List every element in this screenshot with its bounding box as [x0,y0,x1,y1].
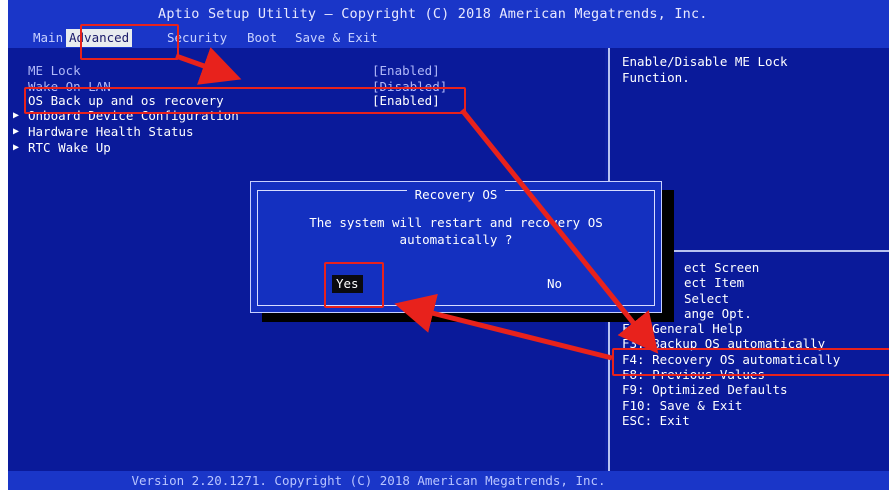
submenu-arrow-icon: ▶ [13,110,20,121]
window-title: Aptio Setup Utility – Copyright (C) 2018… [158,6,708,22]
submenu-arrow-icon: ▶ [13,126,20,137]
submenu-arrow-icon: ▶ [13,142,20,153]
setting-label: ME Lock [28,63,81,78]
tab-main[interactable]: Main [30,29,66,47]
annotation-box-yes [324,262,384,308]
key-hint: F9: Optimized Defaults [622,382,788,398]
setting-value: [Enabled] [372,63,440,78]
help-line: Function. [622,70,690,85]
submenu-label: RTC Wake Up [28,140,111,155]
dialog-frame [257,190,655,306]
key-hint: F10: Save & Exit [622,397,743,413]
annotation-box-os-recovery [24,87,466,114]
dialog-message: The system will restart and recovery OS … [251,214,661,248]
dialog-title: Recovery OS [251,184,661,203]
annotation-box-advanced [80,24,179,60]
tab-save-exit[interactable]: Save & Exit [292,29,381,47]
key-hint: ESC: Exit [622,412,690,428]
annotation-box-f4 [612,348,889,376]
submenu-label: Hardware Health Status [28,124,194,139]
no-button[interactable]: No [543,275,566,293]
key-hint: F1: General Help [622,321,743,337]
tab-boot[interactable]: Boot [244,29,280,47]
dialog-message-line: automatically ? [399,232,513,247]
help-description: Enable/Disable ME Lock Function. [622,54,788,86]
help-line: Enable/Disable ME Lock [622,54,788,69]
dialog-message-line: The system will restart and recovery OS [309,215,603,230]
dialog-title-text: Recovery OS [406,187,506,202]
footer-version: Version 2.20.1271. Copyright (C) 2018 Am… [8,471,889,490]
recovery-os-dialog: Recovery OS The system will restart and … [250,181,662,313]
photo-border [0,0,8,490]
